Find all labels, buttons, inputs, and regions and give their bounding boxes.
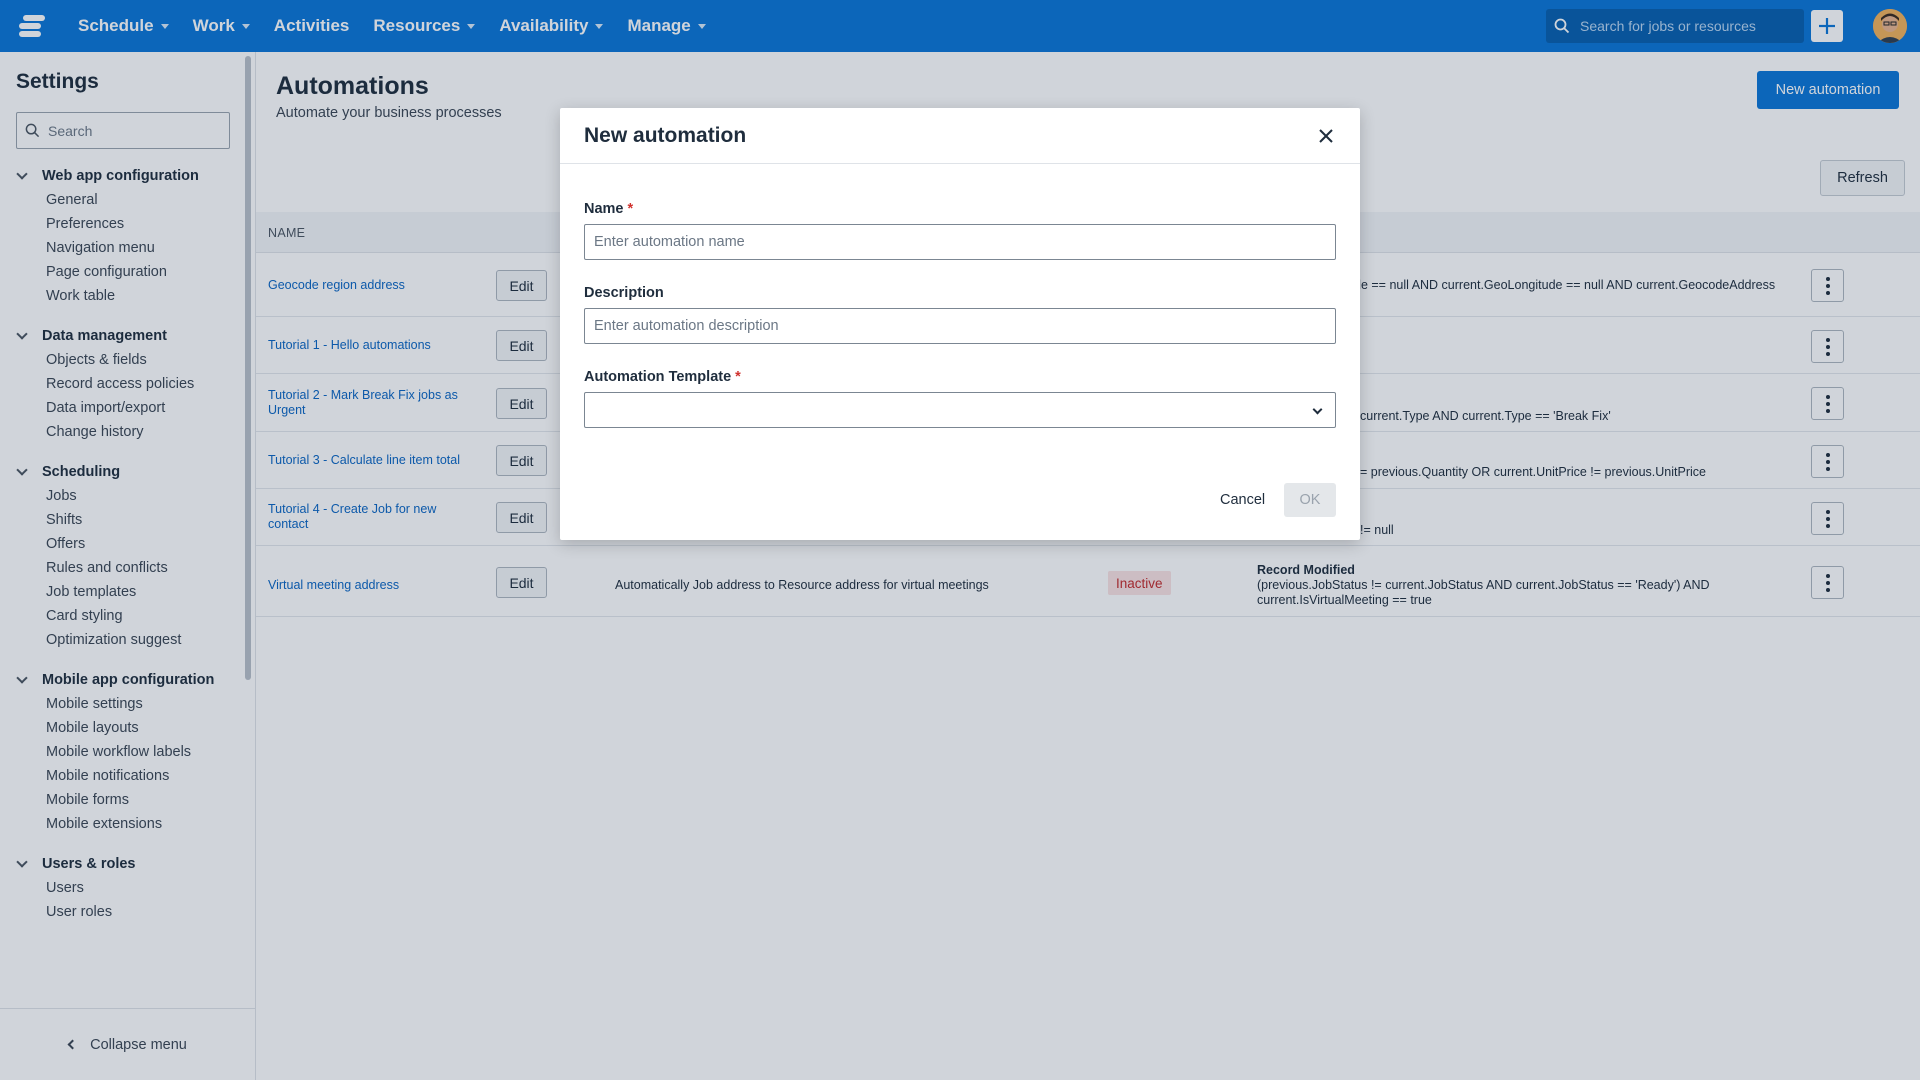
- automation-template-select[interactable]: [584, 392, 1336, 428]
- label-text: Description: [584, 285, 664, 301]
- label-text: Automation Template: [584, 369, 732, 385]
- ok-button[interactable]: OK: [1284, 483, 1336, 517]
- automation-name-input[interactable]: [584, 224, 1336, 260]
- description-field-label: Description: [584, 285, 664, 301]
- cancel-button[interactable]: Cancel: [1220, 483, 1265, 517]
- automation-description-input[interactable]: [584, 308, 1336, 344]
- name-field-label: Name *: [584, 201, 633, 217]
- close-icon[interactable]: [1317, 127, 1335, 145]
- template-field-label: Automation Template *: [584, 369, 741, 385]
- new-automation-dialog: New automation Name* Description Automat…: [560, 108, 1360, 540]
- required-marker: *: [627, 201, 634, 217]
- dialog-title: New automation: [584, 124, 747, 147]
- chevron-down-icon: [1312, 404, 1323, 415]
- required-marker: *: [735, 369, 741, 385]
- label-text: Name: [584, 201, 624, 217]
- dialog-header: New automation: [560, 108, 1360, 164]
